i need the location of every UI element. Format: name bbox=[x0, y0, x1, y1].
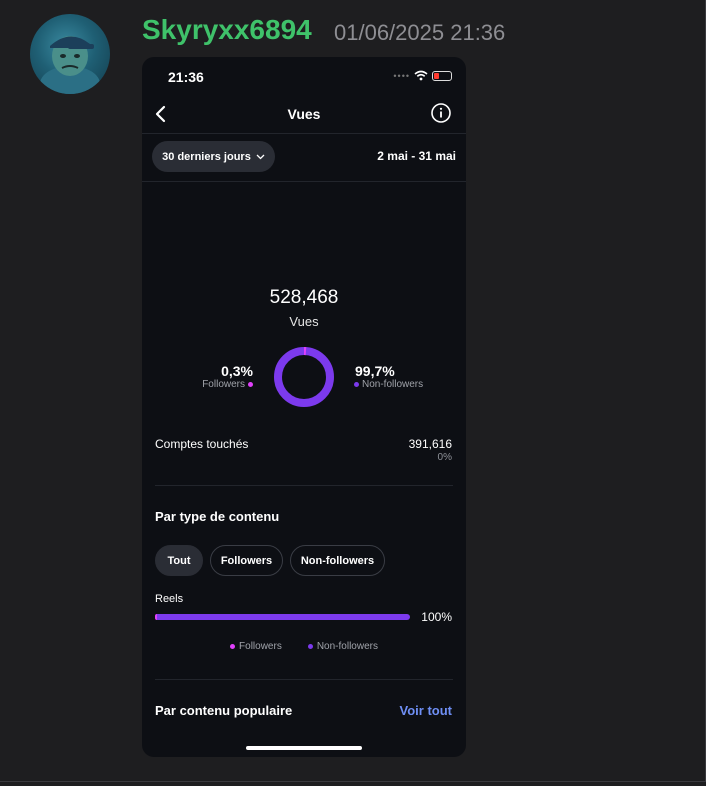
legend-followers: Followers bbox=[230, 641, 282, 652]
screenshot-attachment[interactable]: 21:36 •••• Vues 30 derniers jours 2 mai … bbox=[142, 57, 466, 757]
status-bar: 21:36 •••• bbox=[142, 57, 466, 97]
popular-content-title: Par contenu populaire bbox=[155, 703, 293, 718]
divider bbox=[155, 679, 453, 680]
accounts-reached-label: Comptes touchés bbox=[155, 437, 249, 451]
avatar-image bbox=[40, 36, 100, 94]
total-views-value: 528,468 bbox=[269, 287, 339, 308]
nonfollowers-percentage: 99,7% bbox=[355, 363, 395, 379]
wifi-icon bbox=[414, 70, 428, 81]
message-timestamp: 01/06/2025 21:36 bbox=[334, 20, 506, 45]
date-range-dropdown-label: 30 derniers jours bbox=[162, 150, 251, 163]
nonfollowers-dot-icon bbox=[354, 382, 359, 387]
date-range-text: 2 mai - 31 mai bbox=[377, 149, 456, 163]
content-type-title: Par type de contenu bbox=[155, 509, 280, 524]
nonfollowers-dot-icon bbox=[307, 644, 313, 649]
chip-all-label: Tout bbox=[167, 554, 191, 567]
see-all-link[interactable]: Voir tout bbox=[400, 703, 452, 718]
chip-followers-label: Followers bbox=[220, 554, 273, 567]
message-author[interactable]: Skyryxx6894 bbox=[142, 14, 312, 46]
chip-nonfollowers[interactable]: Non-followers bbox=[290, 545, 385, 576]
accounts-reached-change: 0% bbox=[437, 452, 452, 463]
nonfollowers-legend: Non-followers bbox=[354, 379, 423, 390]
nav-bar: Vues bbox=[142, 97, 466, 133]
battery-icon bbox=[432, 70, 452, 81]
total-views-label: Vues bbox=[289, 314, 319, 329]
chip-all[interactable]: Tout bbox=[155, 545, 203, 576]
status-time: 21:36 bbox=[168, 69, 204, 85]
info-icon[interactable] bbox=[430, 102, 452, 124]
chat-message: Skyryxx6894 01/06/2025 21:36 21:36 •••• … bbox=[0, 0, 706, 782]
legend-nonfollowers-label: Non-followers bbox=[316, 641, 378, 652]
date-range-dropdown[interactable]: 30 derniers jours bbox=[152, 141, 275, 172]
views-donut-chart bbox=[274, 347, 334, 407]
reels-label: Reels bbox=[155, 593, 184, 605]
status-icons: •••• bbox=[393, 70, 452, 81]
followers-dot-icon bbox=[248, 382, 253, 387]
reels-percentage: 100% bbox=[421, 610, 452, 624]
reels-bar bbox=[155, 614, 410, 620]
donut-nonfollowers-ring bbox=[274, 347, 334, 407]
page-title: Vues bbox=[287, 106, 321, 122]
followers-legend-label: Followers bbox=[202, 379, 245, 390]
home-indicator[interactable] bbox=[246, 746, 362, 750]
chip-nonfollowers-label: Non-followers bbox=[300, 554, 375, 567]
divider bbox=[142, 181, 466, 182]
chip-followers[interactable]: Followers bbox=[210, 545, 283, 576]
divider bbox=[155, 485, 453, 486]
accounts-reached-value: 391,616 bbox=[408, 437, 452, 451]
followers-dot-icon bbox=[230, 644, 236, 649]
followers-legend: Followers bbox=[202, 379, 253, 390]
chevron-down-icon bbox=[256, 154, 265, 159]
legend-nonfollowers: Non-followers bbox=[307, 641, 378, 652]
nonfollowers-legend-label: Non-followers bbox=[362, 379, 424, 390]
legend-followers-label: Followers bbox=[239, 641, 282, 652]
avatar[interactable] bbox=[30, 14, 110, 94]
divider bbox=[142, 133, 466, 134]
reels-bar-nonfollowers bbox=[157, 614, 410, 620]
followers-percentage: 0,3% bbox=[221, 363, 253, 379]
chart-legend: Followers Non-followers bbox=[142, 641, 466, 652]
signal-icon: •••• bbox=[393, 70, 410, 81]
